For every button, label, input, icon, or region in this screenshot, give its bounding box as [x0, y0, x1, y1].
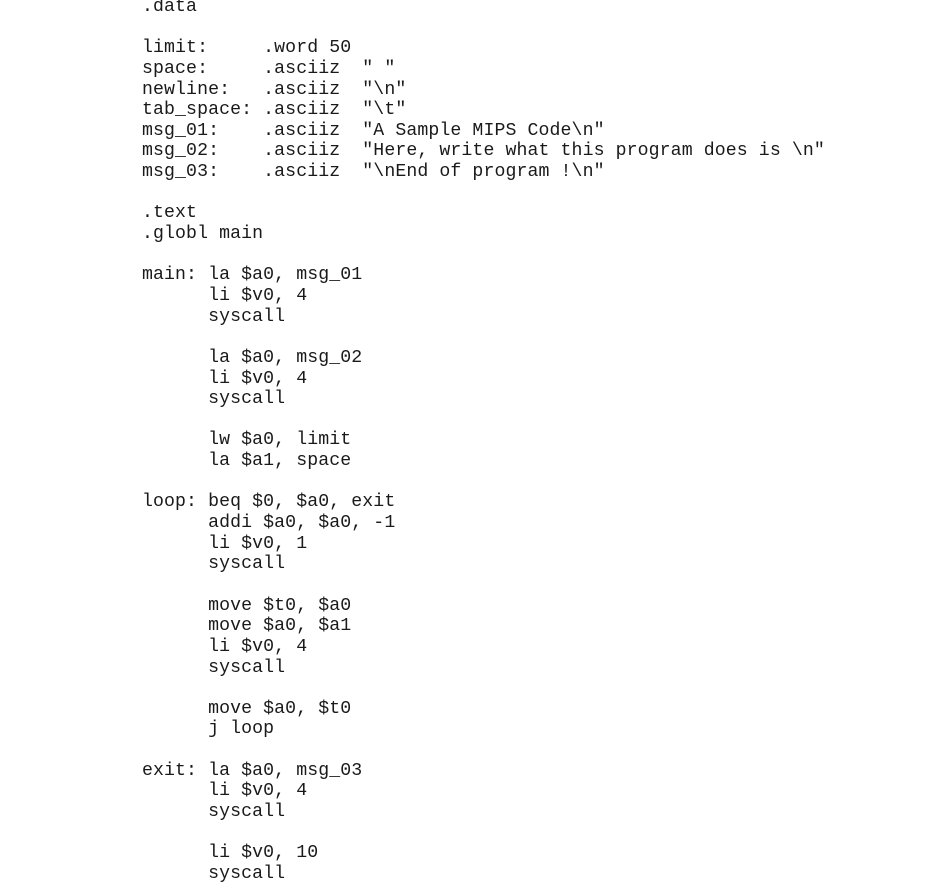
code-line: .data: [142, 0, 198, 17]
code-line: li $v0, 1: [142, 533, 308, 554]
code-line: msg_03: .asciiz "\nEnd of program !\n": [142, 162, 605, 183]
code-line: syscall: [142, 306, 286, 327]
code-line: newline: .asciiz "\n": [142, 79, 407, 100]
code-line: syscall: [142, 554, 286, 575]
code-line: move $a0, $a1: [142, 616, 352, 637]
code-line: li $v0, 4: [142, 781, 308, 802]
code-line: li $v0, 10: [142, 843, 319, 864]
code-line: msg_01: .asciiz "A Sample MIPS Code\n": [142, 120, 605, 141]
code-line: j loop: [142, 719, 275, 740]
code-line: main: la $a0, msg_01: [142, 265, 363, 286]
code-line: syscall: [142, 801, 286, 822]
code-listing: .data limit: .word 50 space: .asciiz " " n…: [142, 0, 825, 885]
code-line: limit: .word 50: [142, 38, 352, 59]
code-line: syscall: [142, 389, 286, 410]
code-line: msg_02: .asciiz "Here, write what this p…: [142, 141, 825, 162]
code-line: la $a0, msg_02: [142, 347, 363, 368]
code-line: space: .asciiz " ": [142, 58, 396, 79]
code-line: li $v0, 4: [142, 285, 308, 306]
code-line: move $t0, $a0: [142, 595, 352, 616]
code-line: lw $a0, limit: [142, 430, 352, 451]
code-line: loop: beq $0, $a0, exit: [142, 492, 396, 513]
code-line: exit: la $a0, msg_03: [142, 760, 363, 781]
code-line: li $v0, 4: [142, 368, 308, 389]
code-line: move $a0, $t0: [142, 698, 352, 719]
code-line: .globl main: [142, 224, 264, 245]
code-line: la $a1, space: [142, 451, 352, 472]
code-line: syscall: [142, 657, 286, 678]
code-line: tab_space: .asciiz "\t": [142, 100, 407, 121]
code-line: li $v0, 4: [142, 636, 308, 657]
code-line: .text: [142, 203, 198, 224]
code-line: addi $a0, $a0, -1: [142, 513, 396, 534]
code-line: syscall: [142, 863, 286, 884]
